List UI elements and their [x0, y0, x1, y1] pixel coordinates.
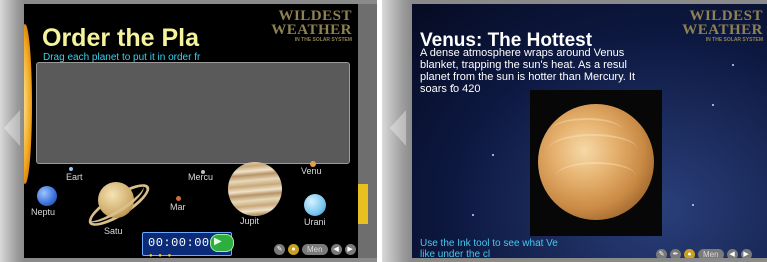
star	[472, 214, 474, 216]
planet-saturn-label: Satu	[104, 226, 123, 236]
slide-body-text: A dense atmosphere wraps around Venus bl…	[420, 47, 636, 95]
right-control-bar: ✎ ✒ ● Men ◀ ▶	[656, 249, 752, 258]
planet-mars-label: Mar	[170, 202, 186, 212]
tools-icon[interactable]: ✎	[656, 249, 667, 258]
tools-icon[interactable]: ✎	[274, 244, 285, 255]
highlight-icon[interactable]: ●	[288, 244, 299, 255]
planet-neptune-label: Neptu	[31, 207, 56, 217]
venus-slide-stage: WILDEST WEATHER IN THE SOLAR SYSTEM Venu…	[412, 4, 767, 258]
ink-tool-icon[interactable]: ✒	[670, 249, 681, 258]
sun-image	[24, 24, 32, 184]
planet-jupiter[interactable]	[228, 162, 282, 216]
left-control-bar: ✎ ● Men ◀ ▶	[274, 244, 356, 255]
planet-neptune[interactable]	[37, 186, 57, 206]
planet-earth[interactable]	[69, 167, 73, 171]
planet-mercury-label: Mercu	[188, 172, 214, 182]
timer-indicator-dots: ● ● ●	[149, 253, 174, 258]
ink-tool-hint: Use the Ink tool to see what Ve like und…	[420, 238, 558, 258]
left-side-bar	[358, 4, 377, 258]
planet-order-stage: Order the Pla Drag each planet to put it…	[24, 4, 358, 258]
arrow-right-icon[interactable]: ▶	[344, 244, 356, 255]
star	[732, 64, 734, 66]
wildest-weather-logo: WILDEST WEATHER IN THE SOLAR SYSTEM	[271, 8, 352, 43]
lesson-title: Order the Pla	[42, 24, 199, 52]
planet-order-screen: Order the Pla Drag each planet to put it…	[0, 0, 377, 262]
planet-jupiter-label: Jupit	[240, 216, 260, 226]
wildest-weather-logo: WILDEST WEATHER IN THE SOLAR SYSTEM	[682, 8, 763, 43]
planet-drop-zone[interactable]	[36, 62, 350, 164]
venus-image	[530, 90, 662, 236]
star	[492, 154, 494, 156]
timer-value: 00:00:00	[148, 236, 210, 250]
planet-venus-label: Venu	[301, 166, 322, 176]
planet-saturn[interactable]	[74, 172, 155, 233]
arrow-left-icon[interactable]: ◀	[330, 244, 342, 255]
arrow-right-icon[interactable]: ▶	[740, 249, 752, 258]
venus-slide-screen: WILDEST WEATHER IN THE SOLAR SYSTEM Venu…	[382, 0, 767, 262]
planet-uranus-label: Urani	[304, 217, 326, 227]
play-icon: ▶	[214, 236, 222, 247]
planet-mars[interactable]	[176, 196, 181, 201]
star	[712, 104, 714, 106]
timer-play-button[interactable]: ▶	[210, 234, 234, 252]
side-tab-handle[interactable]	[358, 184, 368, 224]
previous-screen-chevron-icon[interactable]	[4, 110, 20, 146]
planet-uranus[interactable]	[304, 194, 326, 216]
previous-slide-chevron-icon[interactable]	[390, 110, 406, 146]
star	[692, 204, 694, 206]
highlight-icon[interactable]: ●	[684, 249, 695, 258]
menu-button[interactable]: Men	[302, 244, 328, 255]
menu-button[interactable]: Men	[698, 249, 724, 258]
arrow-left-icon[interactable]: ◀	[726, 249, 738, 258]
